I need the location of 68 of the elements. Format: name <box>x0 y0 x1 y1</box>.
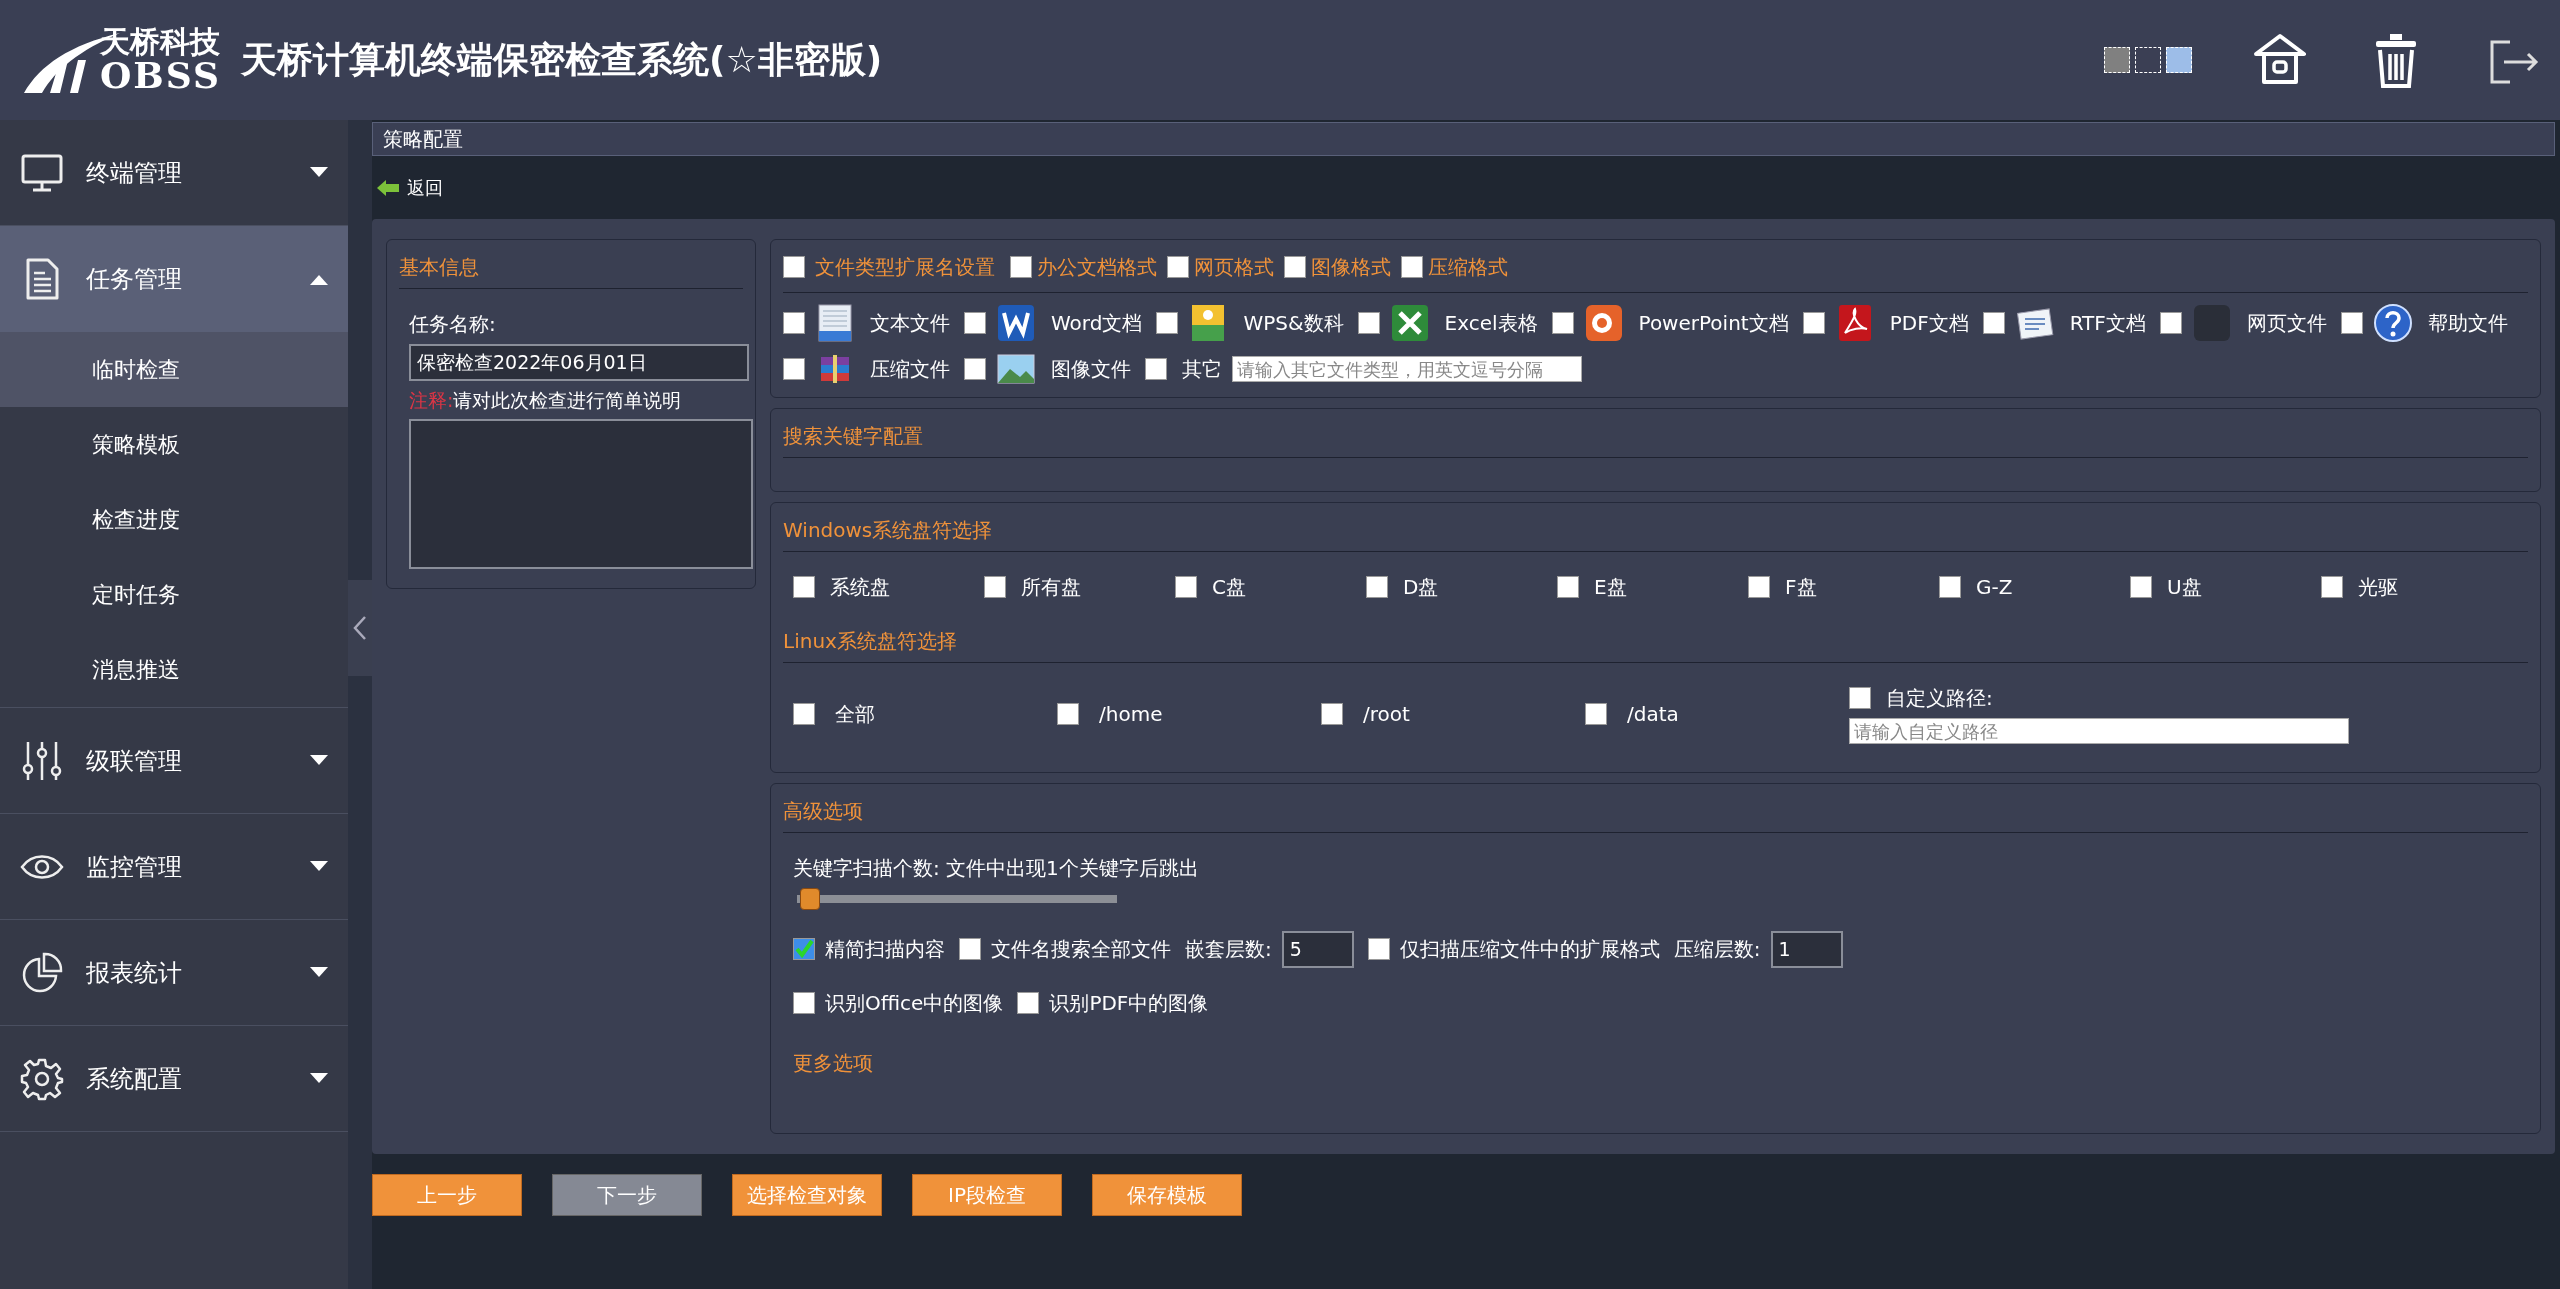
task-name-field[interactable]: 保密检查2022年06月01日 <box>409 344 749 381</box>
logo-brand-text: 天桥科技 <box>100 27 221 57</box>
option-label: 识别Office中的图像 <box>825 989 1004 1017</box>
file-type-label: 其它 <box>1182 356 1222 383</box>
sidebar-item[interactable]: 监控管理 <box>86 848 310 885</box>
file-type-label: 帮助文件 <box>2427 310 2508 337</box>
sidebar-item[interactable]: 终端管理 <box>86 154 310 191</box>
sidebar-subitem[interactable]: 检查进度 <box>0 482 348 557</box>
section-title: 基本信息 <box>399 248 743 289</box>
drive-label: 所有盘 <box>1021 574 1081 601</box>
drive-label: E盘 <box>1594 574 1627 601</box>
option-label: 嵌套层数: <box>1185 936 1272 964</box>
other-types-field[interactable]: 请输入其它文件类型，用英文逗号分隔 <box>1232 356 1582 382</box>
section-title: Linux系统盘符选择 <box>783 622 2528 663</box>
drive-label: 系统盘 <box>830 574 890 601</box>
sidebar-subitem[interactable]: 策略模板 <box>0 407 348 482</box>
sidebar-item[interactable]: 系统配置 <box>86 1060 310 1097</box>
file-type-label: 压缩文件 <box>870 356 950 383</box>
file-type-label: 网页文件 <box>2246 310 2327 337</box>
custom-path-label: 自定义路径: <box>1886 685 1993 712</box>
drive-label: U盘 <box>2167 574 2202 601</box>
logo-brand-text: OBSS <box>100 57 221 93</box>
back-link[interactable]: 返回 <box>407 174 443 201</box>
drive-label: G-Z <box>1976 574 2013 601</box>
drive-label: F盘 <box>1785 574 1817 601</box>
sidebar-item[interactable]: 级联管理 <box>86 742 310 779</box>
option-label: 精简扫描内容 <box>825 936 945 964</box>
sidebar-subitem[interactable]: 定时任务 <box>0 557 348 632</box>
file-type-label: Word文档 <box>1051 310 1143 337</box>
drive-label: 全部 <box>835 700 875 728</box>
option-label: 文件名搜索全部文件 <box>991 936 1171 964</box>
sidebar-subitem[interactable]: 消息推送 <box>0 632 348 707</box>
category-label: 图像格式 <box>1311 254 1391 281</box>
number-field[interactable]: 5 <box>1281 931 1354 968</box>
section-title: 高级选项 <box>783 792 2528 833</box>
category-label: 办公文档格式 <box>1037 254 1157 281</box>
file-type-label: 图像文件 <box>1051 356 1131 383</box>
section-title: 搜索关键字配置 <box>783 417 2528 458</box>
more-options-link[interactable]: 更多选项 <box>793 1047 873 1078</box>
drive-label: C盘 <box>1212 574 1246 601</box>
file-type-label: RTF文档 <box>2069 310 2146 337</box>
section-title: Windows系统盘符选择 <box>783 511 2528 552</box>
file-type-label: PDF文档 <box>1889 310 1969 337</box>
file-type-label: PowerPoint文档 <box>1638 310 1789 337</box>
option-label: 识别PDF中的图像 <box>1049 989 1209 1017</box>
option-label: 仅扫描压缩文件中的扩展格式 <box>1399 936 1660 964</box>
keyword-count-label: 关键字扫描个数: 文件中出现1个关键字后跳出 <box>793 855 1200 882</box>
drive-label: D盘 <box>1403 574 1439 601</box>
drive-label: /root <box>1363 700 1410 728</box>
app-title: 天桥计算机终端保密检查系统(☆非密版) <box>241 38 883 82</box>
number-field[interactable]: 1 <box>1770 931 1843 968</box>
sidebar-item[interactable]: 报表统计 <box>86 954 310 991</box>
option-label: 压缩层数: <box>1673 936 1761 964</box>
category-label: 网页格式 <box>1194 254 1274 281</box>
field-label: 任务名称: <box>409 311 497 338</box>
file-type-label: 文本文件 <box>870 310 950 337</box>
file-type-label: WPS&数科 <box>1243 310 1344 337</box>
drive-label: /home <box>1099 700 1163 728</box>
breadcrumb-bar: 策略配置 <box>372 122 2555 156</box>
section-title: 文件类型扩展名设置 <box>815 254 995 281</box>
note-text: 请对此次检查进行简单说明 <box>453 388 682 411</box>
note-label: 注释: <box>409 388 454 411</box>
drive-label: 光驱 <box>2358 574 2398 601</box>
custom-path-field[interactable]: 请输入自定义路径 <box>1849 718 2349 744</box>
drive-label: /data <box>1627 700 1679 728</box>
category-label: 压缩格式 <box>1428 254 1508 281</box>
file-type-label: Excel表格 <box>1444 310 1538 337</box>
sidebar-subitem[interactable]: 临时检查 <box>0 332 348 407</box>
